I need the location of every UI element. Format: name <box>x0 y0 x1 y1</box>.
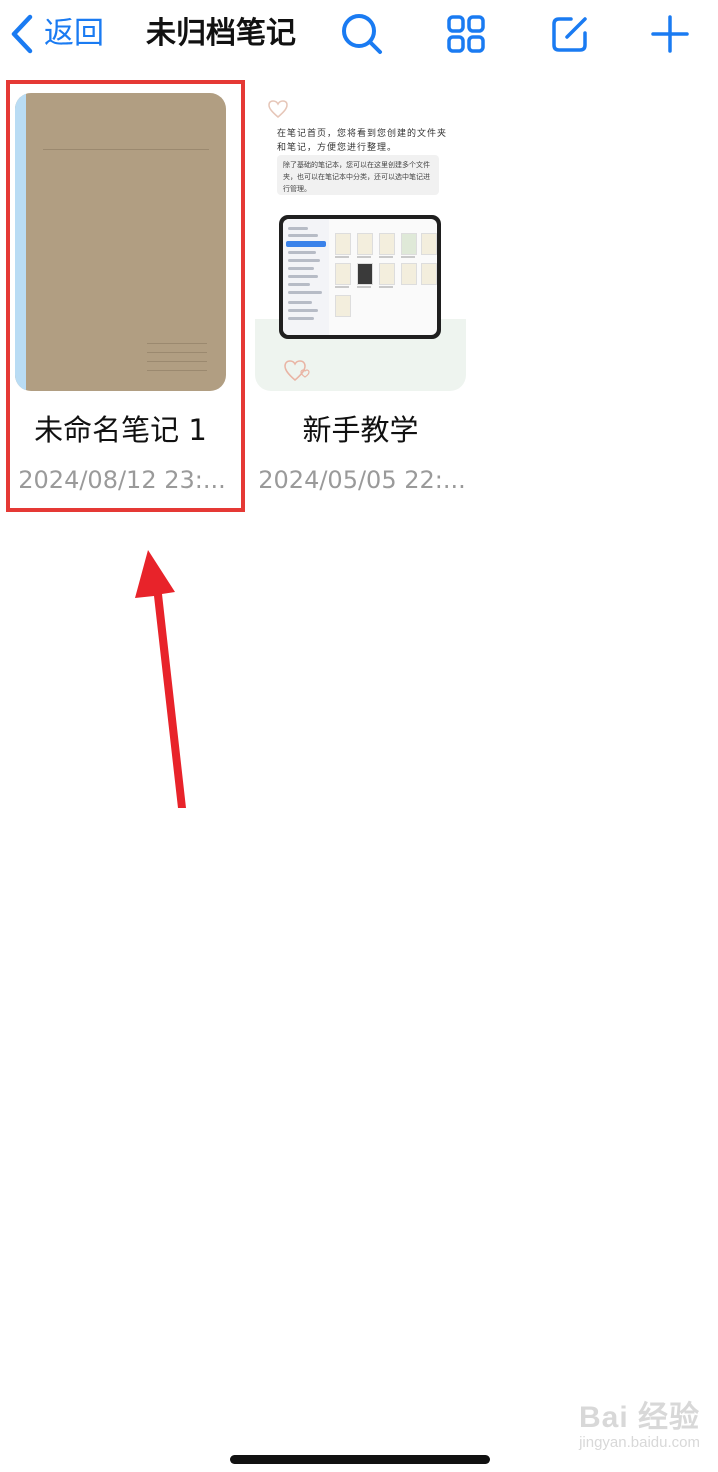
highlight-box <box>6 80 245 512</box>
watermark: Bai 经验 jingyan.baidu.com <box>579 1392 700 1451</box>
annotation-overlay <box>6 80 245 808</box>
watermark-sub: jingyan.baidu.com <box>579 1434 700 1451</box>
home-indicator[interactable] <box>230 1455 490 1464</box>
watermark-main: Bai 经验 <box>578 1401 700 1434</box>
arrow-icon <box>135 550 186 808</box>
